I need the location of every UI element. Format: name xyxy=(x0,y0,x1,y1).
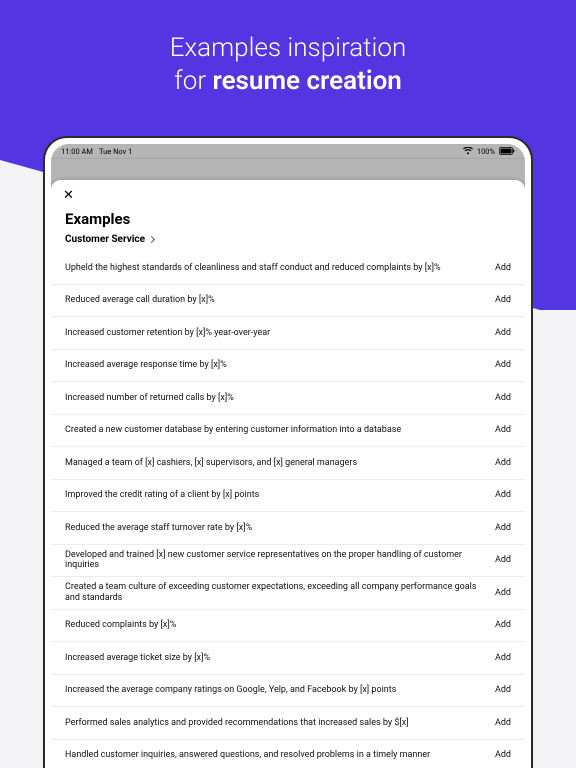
hero-line2-bold: resume creation xyxy=(212,66,401,96)
example-text: Increased average ticket size by [x]% xyxy=(65,653,485,663)
list-item: Increased customer retention by [x]% yea… xyxy=(51,317,525,350)
wifi-icon xyxy=(463,147,473,155)
add-button[interactable]: Add xyxy=(495,620,511,630)
add-button[interactable]: Add xyxy=(495,360,511,370)
example-text: Improved the credit rating of a client b… xyxy=(65,490,485,500)
examples-list: Upheld the highest standards of cleanlin… xyxy=(51,252,525,768)
list-item: Handled customer inquiries, answered que… xyxy=(51,740,525,768)
example-text: Increased average response time by [x]% xyxy=(65,360,485,370)
list-item: Increased average response time by [x]% A… xyxy=(51,350,525,383)
example-text: Upheld the highest standards of cleanlin… xyxy=(65,263,485,273)
hero-line1: Examples inspiration xyxy=(170,33,407,63)
list-item: Increased number of returned calls by [x… xyxy=(51,382,525,415)
device-frame: 11:00 AM Tue Nov 1 100% ✕ Exampl xyxy=(43,136,533,768)
battery-percent: 100% xyxy=(477,147,495,156)
add-button[interactable]: Add xyxy=(495,588,511,598)
list-item: Developed and trained [x] new customer s… xyxy=(51,545,525,578)
list-item: Increased the average company ratings on… xyxy=(51,675,525,708)
list-item: Created a team culture of exceeding cust… xyxy=(51,577,525,610)
add-button[interactable]: Add xyxy=(495,328,511,338)
add-button[interactable]: Add xyxy=(495,685,511,695)
status-time: 11:00 AM xyxy=(61,147,93,156)
battery-icon xyxy=(499,147,515,155)
status-bar-left: 11:00 AM Tue Nov 1 xyxy=(61,147,132,156)
add-button[interactable]: Add xyxy=(495,555,511,565)
list-item: Created a new customer database by enter… xyxy=(51,415,525,448)
example-text: Increased number of returned calls by [x… xyxy=(65,393,485,403)
list-item: Reduced complaints by [x]% Add xyxy=(51,610,525,643)
list-item: Upheld the highest standards of cleanlin… xyxy=(51,252,525,285)
example-text: Created a new customer database by enter… xyxy=(65,425,485,435)
list-item: Managed a team of [x] cashiers, [x] supe… xyxy=(51,447,525,480)
add-button[interactable]: Add xyxy=(495,653,511,663)
example-text: Created a team culture of exceeding cust… xyxy=(65,582,485,603)
example-text: Handled customer inquiries, answered que… xyxy=(65,750,485,760)
add-button[interactable]: Add xyxy=(495,295,511,305)
list-item: Performed sales analytics and provided r… xyxy=(51,707,525,740)
sheet-header: Examples Customer Service xyxy=(51,180,525,251)
example-text: Developed and trained [x] new customer s… xyxy=(65,550,485,571)
example-text: Managed a team of [x] cashiers, [x] supe… xyxy=(65,458,485,468)
hero-line2-pre: for xyxy=(174,66,212,96)
sheet-title: Examples xyxy=(65,210,511,228)
category-label: Customer Service xyxy=(65,234,145,245)
add-button[interactable]: Add xyxy=(495,425,511,435)
category-selector[interactable]: Customer Service xyxy=(65,234,511,245)
example-text: Performed sales analytics and provided r… xyxy=(65,718,485,728)
list-item: Reduced the average staff turnover rate … xyxy=(51,512,525,545)
example-text: Increased the average company ratings on… xyxy=(65,685,485,695)
list-item: Improved the credit rating of a client b… xyxy=(51,480,525,513)
examples-sheet: ✕ Examples Customer Service Upheld the h… xyxy=(51,180,525,768)
add-button[interactable]: Add xyxy=(495,718,511,728)
example-text: Increased customer retention by [x]% yea… xyxy=(65,328,485,338)
example-text: Reduced the average staff turnover rate … xyxy=(65,523,485,533)
status-date: Tue Nov 1 xyxy=(99,147,132,156)
hero-title: Examples inspiration for resume creation xyxy=(0,32,576,99)
status-bar: 11:00 AM Tue Nov 1 100% xyxy=(51,144,525,158)
underlying-navbar xyxy=(51,158,525,180)
device-screen: 11:00 AM Tue Nov 1 100% ✕ Exampl xyxy=(51,144,525,768)
add-button[interactable]: Add xyxy=(495,458,511,468)
add-button[interactable]: Add xyxy=(495,523,511,533)
add-button[interactable]: Add xyxy=(495,263,511,273)
add-button[interactable]: Add xyxy=(495,490,511,500)
add-button[interactable]: Add xyxy=(495,393,511,403)
list-item: Increased average ticket size by [x]% Add xyxy=(51,642,525,675)
example-text: Reduced complaints by [x]% xyxy=(65,620,485,630)
add-button[interactable]: Add xyxy=(495,750,511,760)
status-bar-right: 100% xyxy=(463,147,515,156)
list-item: Reduced average call duration by [x]% Add xyxy=(51,285,525,318)
example-text: Reduced average call duration by [x]% xyxy=(65,295,485,305)
close-icon[interactable]: ✕ xyxy=(63,188,74,203)
chevron-right-icon xyxy=(148,236,155,243)
